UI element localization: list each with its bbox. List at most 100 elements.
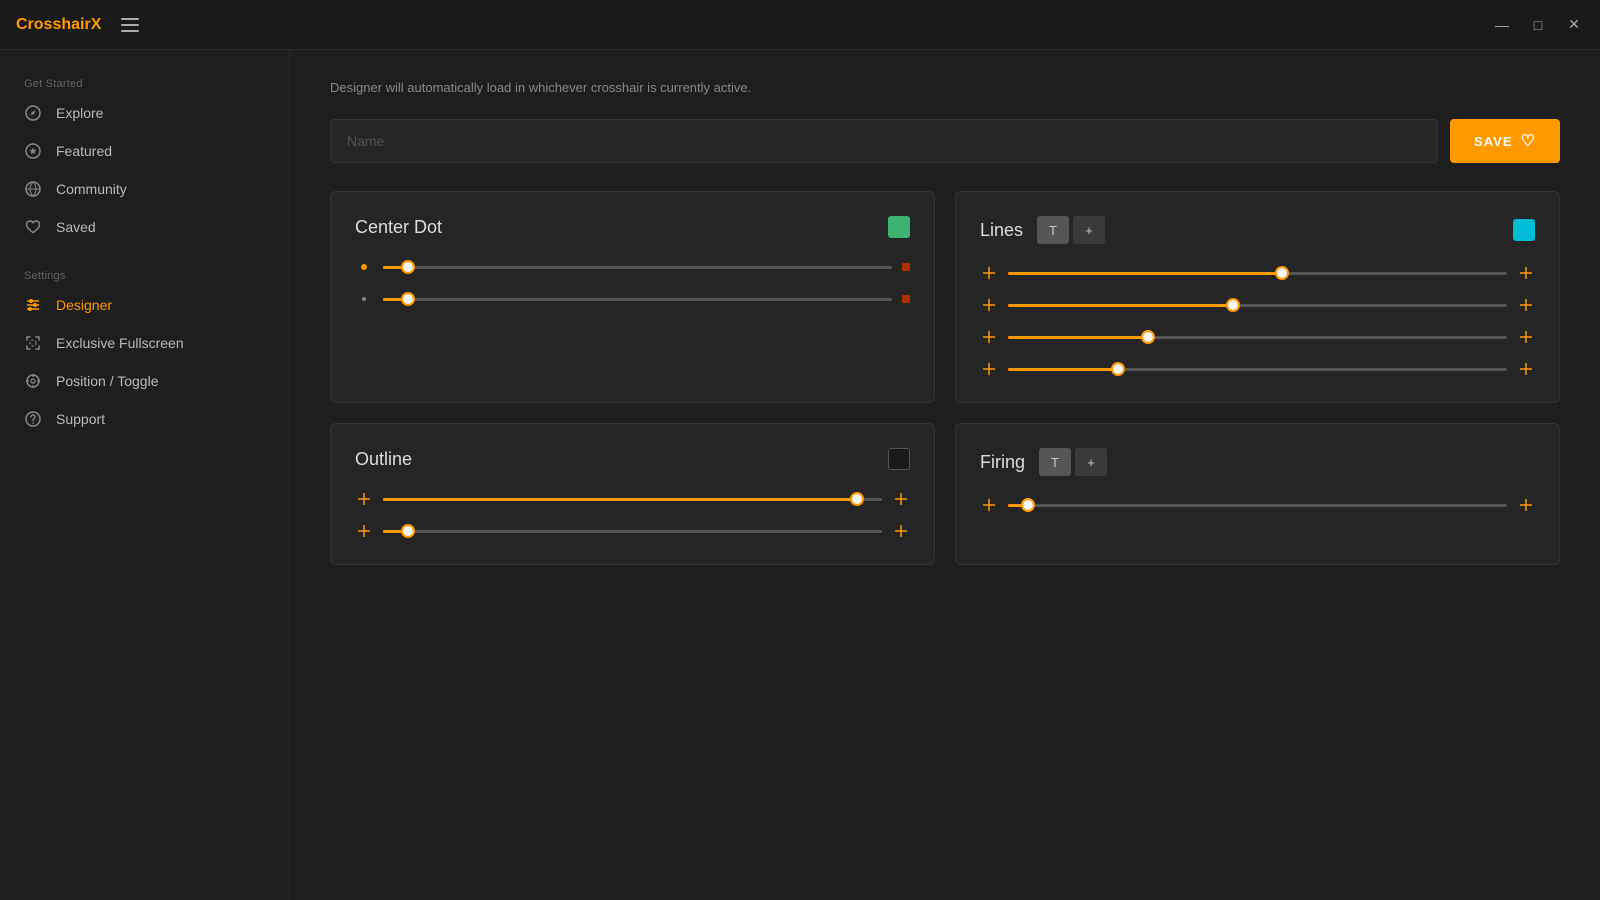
card-lines-title: Lines [980, 220, 1023, 241]
cross-icon-outline-end-2 [892, 522, 910, 540]
lines-tab-t[interactable]: T [1037, 216, 1069, 244]
sidebar-label-designer: Designer [56, 297, 112, 313]
center-dot-color-swatch[interactable] [888, 216, 910, 238]
heart-icon-save: ♡ [1521, 131, 1536, 151]
sidebar-item-support[interactable]: Support [0, 400, 289, 438]
outline-slider-track-1[interactable] [383, 498, 882, 501]
sidebar-label-exclusive-fullscreen: Exclusive Fullscreen [56, 335, 184, 351]
help-circle-icon [24, 410, 42, 428]
firing-slider-track-1[interactable] [1008, 504, 1507, 507]
lines-tab-plus[interactable]: + [1073, 216, 1105, 244]
sidebar-label-featured: Featured [56, 143, 112, 159]
dot-icon-2 [355, 290, 373, 308]
info-text: Designer will automatically load in whic… [330, 80, 1560, 95]
card-firing-title: Firing [980, 452, 1025, 473]
sidebar-item-community[interactable]: Community [0, 170, 289, 208]
outline-slider-1 [355, 490, 910, 508]
cross-icon-firing-1 [980, 496, 998, 514]
card-center-dot-title: Center Dot [355, 217, 442, 238]
cross-icon-lines-3 [980, 328, 998, 346]
name-row: SAVE ♡ [330, 119, 1560, 163]
globe-icon [24, 180, 42, 198]
lines-slider-track-2[interactable] [1008, 304, 1507, 307]
name-input[interactable] [330, 119, 1438, 163]
firing-slider-1 [980, 496, 1535, 514]
sidebar-label-position-toggle: Position / Toggle [56, 373, 158, 389]
maximize-button[interactable]: □ [1528, 17, 1548, 33]
cross-icon-lines-4 [980, 360, 998, 378]
outline-slider-2 [355, 522, 910, 540]
cross-icon-outline-1 [355, 490, 373, 508]
lines-slider-2 [980, 296, 1535, 314]
sidebar-item-designer[interactable]: Designer [0, 286, 289, 324]
lines-color-swatch[interactable] [1513, 219, 1535, 241]
outline-color-swatch[interactable] [888, 448, 910, 470]
cross-icon-lines-1 [980, 264, 998, 282]
cards-grid: Center Dot [330, 191, 1560, 565]
sidebar: Get Started Explore Featured [0, 50, 290, 900]
titlebar-left: CrosshairX [16, 16, 139, 34]
card-center-dot: Center Dot [330, 191, 935, 403]
menu-button[interactable] [121, 18, 139, 32]
lines-slider-track-3[interactable] [1008, 336, 1507, 339]
firing-tab-plus[interactable]: + [1075, 448, 1107, 476]
cross-icon-lines-2 [980, 296, 998, 314]
sidebar-section-get-started: Get Started [0, 70, 289, 94]
heart-icon [24, 218, 42, 236]
cross-icon-firing-end-1 [1517, 496, 1535, 514]
window-controls: — □ ✕ [1492, 16, 1584, 33]
sidebar-item-saved[interactable]: Saved [0, 208, 289, 246]
sidebar-label-saved: Saved [56, 219, 96, 235]
sidebar-item-featured[interactable]: Featured [0, 132, 289, 170]
cross-icon-outline-2 [355, 522, 373, 540]
cross-icon-lines-end-3 [1517, 328, 1535, 346]
outline-slider-track-2[interactable] [383, 530, 882, 533]
sidebar-item-explore[interactable]: Explore [0, 94, 289, 132]
save-button[interactable]: SAVE ♡ [1450, 119, 1560, 163]
card-outline-header: Outline [355, 448, 910, 470]
card-lines-header: Lines T + [980, 216, 1535, 244]
minimize-button[interactable]: — [1492, 17, 1512, 33]
lines-slider-1 [980, 264, 1535, 282]
slider-track-1[interactable] [383, 266, 892, 269]
lines-slider-track-1[interactable] [1008, 272, 1507, 275]
lines-slider-track-4[interactable] [1008, 368, 1507, 371]
titlebar: CrosshairX — □ ✕ [0, 0, 1600, 50]
app-title: CrosshairX [16, 16, 101, 34]
save-label: SAVE [1474, 134, 1513, 149]
main-layout: Get Started Explore Featured [0, 50, 1600, 900]
card-firing: Firing T + [955, 423, 1560, 565]
slider-end-1 [902, 263, 910, 271]
slider-track-2[interactable] [383, 298, 892, 301]
sidebar-label-community: Community [56, 181, 127, 197]
card-lines: Lines T + [955, 191, 1560, 403]
sidebar-section-settings: Settings [0, 262, 289, 286]
app-title-accent: X [91, 16, 102, 33]
firing-tab-group: T + [1039, 448, 1107, 476]
star-circle-icon [24, 142, 42, 160]
center-dot-slider-2 [355, 290, 910, 308]
compass-icon [24, 104, 42, 122]
dot-icon-1 [355, 258, 373, 276]
close-button[interactable]: ✕ [1564, 16, 1584, 33]
target-icon [24, 372, 42, 390]
sidebar-label-explore: Explore [56, 105, 103, 121]
fullscreen-icon [24, 334, 42, 352]
sidebar-item-position-toggle[interactable]: Position / Toggle [0, 362, 289, 400]
lines-slider-3 [980, 328, 1535, 346]
sliders-icon [24, 296, 42, 314]
firing-tab-t[interactable]: T [1039, 448, 1071, 476]
sidebar-label-support: Support [56, 411, 105, 427]
card-firing-header: Firing T + [980, 448, 1535, 476]
sidebar-item-exclusive-fullscreen[interactable]: Exclusive Fullscreen [0, 324, 289, 362]
card-outline: Outline [330, 423, 935, 565]
lines-slider-4 [980, 360, 1535, 378]
content-area: Designer will automatically load in whic… [290, 50, 1600, 900]
card-outline-title: Outline [355, 449, 412, 470]
lines-tab-group: T + [1037, 216, 1105, 244]
card-center-dot-header: Center Dot [355, 216, 910, 238]
cross-icon-lines-end-2 [1517, 296, 1535, 314]
slider-end-2 [902, 295, 910, 303]
center-dot-slider-1 [355, 258, 910, 276]
cross-icon-lines-end-1 [1517, 264, 1535, 282]
